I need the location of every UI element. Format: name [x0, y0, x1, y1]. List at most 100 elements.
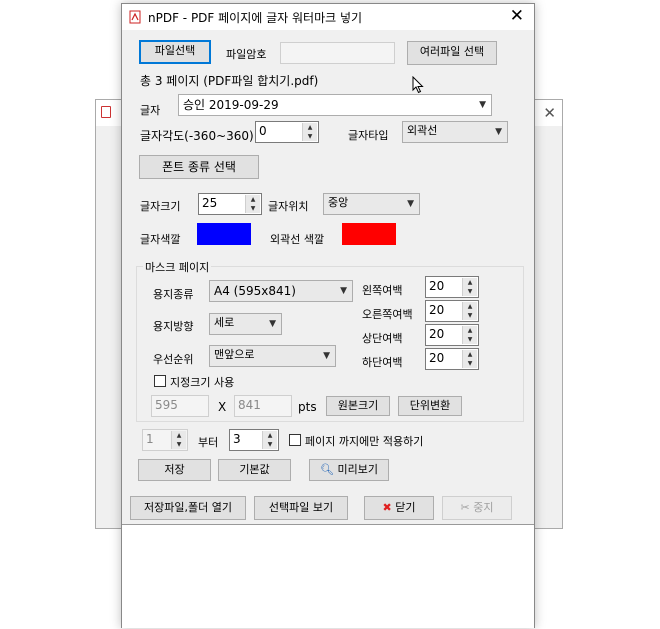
password-label: 파일암호: [226, 48, 267, 61]
margin-left-spinner[interactable]: ▲ ▼: [462, 278, 477, 296]
margin-left-input[interactable]: 20 ▲ ▼: [425, 276, 479, 298]
margin-bottom-input[interactable]: 20 ▲ ▼: [425, 348, 479, 370]
from-label: 부터: [198, 436, 219, 449]
to-page-value: 3: [233, 432, 241, 446]
log-panel: [122, 524, 534, 628]
view-selected-button[interactable]: 선택파일 보기: [254, 496, 348, 520]
position-combo[interactable]: 중앙 ▼: [323, 193, 420, 215]
margin-top-label: 상단여백: [362, 332, 403, 345]
custom-size-label: 지정크기 사용: [170, 376, 235, 389]
spin-up-icon[interactable]: ▲: [246, 195, 260, 204]
text-type-label: 글자타입: [348, 129, 389, 142]
to-page-input[interactable]: 3 ▲ ▼: [229, 429, 279, 451]
spin-down-icon[interactable]: ▼: [463, 311, 477, 320]
close-icon[interactable]: ✕: [510, 6, 524, 26]
app-icon: [101, 106, 111, 118]
spin-up-icon[interactable]: ▲: [463, 350, 477, 359]
stop-icon: ✂: [460, 501, 470, 514]
spin-down-icon[interactable]: ▼: [172, 440, 186, 449]
stop-label: 중지: [473, 501, 494, 514]
chevron-down-icon: ▼: [323, 351, 330, 361]
spin-up-icon[interactable]: ▲: [463, 278, 477, 287]
chevron-down-icon: ▼: [340, 286, 347, 296]
margin-right-input[interactable]: 20 ▲ ▼: [425, 300, 479, 322]
preview-label: 미리보기: [337, 463, 378, 476]
select-file-button[interactable]: 파일선택: [139, 40, 211, 64]
margin-bottom-spinner[interactable]: ▲ ▼: [462, 350, 477, 368]
color-label: 글자색깔: [140, 233, 181, 246]
margin-top-value: 20: [429, 327, 445, 341]
save-button[interactable]: 저장: [138, 459, 211, 481]
unit-convert-button[interactable]: 단위변환: [398, 396, 462, 416]
mouse-cursor-icon: [412, 76, 424, 94]
x-label: X: [218, 400, 227, 414]
spin-up-icon[interactable]: ▲: [463, 326, 477, 335]
spin-down-icon[interactable]: ▼: [303, 132, 317, 141]
margin-left-value: 20: [429, 279, 445, 293]
magnifier-icon: 🔍︎: [320, 463, 334, 476]
close-icon[interactable]: ✕: [543, 104, 556, 122]
custom-size-checkbox[interactable]: [154, 375, 166, 387]
spin-down-icon[interactable]: ▼: [463, 359, 477, 368]
chevron-down-icon: ▼: [269, 319, 276, 329]
orientation-value: 세로: [214, 316, 235, 329]
paper-type-combo[interactable]: A4 (595x841) ▼: [209, 280, 353, 302]
size-value: 25: [202, 196, 218, 210]
original-size-button[interactable]: 원본크기: [326, 396, 390, 416]
spin-down-icon[interactable]: ▼: [463, 287, 477, 296]
priority-label: 우선순위: [153, 353, 194, 366]
spin-down-icon[interactable]: ▼: [263, 440, 277, 449]
spin-down-icon[interactable]: ▼: [463, 335, 477, 344]
angle-label: 글자각도(-360~360): [140, 129, 254, 143]
margin-bottom-value: 20: [429, 351, 445, 365]
default-button[interactable]: 기본값: [218, 459, 291, 481]
unit-label: pts: [298, 400, 317, 414]
text-type-combo[interactable]: 외곽선 ▼: [402, 121, 508, 143]
font-select-button[interactable]: 폰트 종류 선택: [139, 155, 259, 179]
apply-range-checkbox[interactable]: [289, 434, 301, 446]
to-page-spinner[interactable]: ▲ ▼: [262, 431, 277, 449]
margin-top-spinner[interactable]: ▲ ▼: [462, 326, 477, 344]
preview-button[interactable]: 🔍︎ 미리보기: [309, 459, 389, 481]
outline-color-swatch[interactable]: [342, 223, 396, 245]
orientation-label: 용지방향: [153, 320, 194, 333]
chevron-down-icon: ▼: [495, 127, 502, 137]
chevron-down-icon: ▼: [407, 199, 414, 209]
spin-up-icon[interactable]: ▲: [172, 431, 186, 440]
custom-height-input[interactable]: 841: [234, 395, 292, 417]
pdf-app-icon: [129, 10, 141, 24]
close-x-icon: ✖: [382, 501, 392, 514]
titlebar: nPDF - PDF 페이지에 글자 워터마크 넣기 ✕: [122, 4, 534, 30]
password-input[interactable]: [280, 42, 395, 64]
margin-bottom-label: 하단여백: [362, 356, 403, 369]
stop-button[interactable]: ✂ 중지: [442, 496, 512, 520]
text-color-swatch[interactable]: [197, 223, 251, 245]
priority-combo[interactable]: 맨앞으로 ▼: [209, 345, 336, 367]
size-spinner[interactable]: ▲ ▼: [245, 195, 260, 213]
from-page-input[interactable]: 1 ▲ ▼: [142, 429, 188, 451]
spin-up-icon[interactable]: ▲: [463, 302, 477, 311]
margin-right-value: 20: [429, 303, 445, 317]
spin-up-icon[interactable]: ▲: [263, 431, 277, 440]
angle-input[interactable]: 0 ▲ ▼: [255, 121, 319, 143]
position-label: 글자위치: [268, 200, 309, 213]
spin-up-icon[interactable]: ▲: [303, 123, 317, 132]
orientation-combo[interactable]: 세로 ▼: [209, 313, 282, 335]
angle-spinner[interactable]: ▲ ▼: [302, 123, 317, 141]
open-folder-button[interactable]: 저장파일,폴더 열기: [130, 496, 246, 520]
close-button[interactable]: ✖ 닫기: [364, 496, 434, 520]
close-label: 닫기: [395, 501, 416, 514]
from-page-spinner[interactable]: ▲ ▼: [171, 431, 186, 449]
custom-width-input[interactable]: 595: [151, 395, 209, 417]
margin-left-label: 왼쪽여백: [362, 284, 403, 297]
priority-value: 맨앞으로: [214, 348, 255, 361]
multi-file-select-button[interactable]: 여러파일 선택: [407, 41, 497, 65]
size-input[interactable]: 25 ▲ ▼: [198, 193, 262, 215]
text-combo[interactable]: 승인 2019-09-29 ▼: [178, 94, 492, 116]
file-info-label: 총 3 페이지 (PDF파일 합치기.pdf): [140, 74, 319, 88]
from-page-value: 1: [146, 432, 154, 446]
text-value: 승인 2019-09-29: [183, 98, 279, 112]
margin-right-spinner[interactable]: ▲ ▼: [462, 302, 477, 320]
spin-down-icon[interactable]: ▼: [246, 204, 260, 213]
margin-top-input[interactable]: 20 ▲ ▼: [425, 324, 479, 346]
